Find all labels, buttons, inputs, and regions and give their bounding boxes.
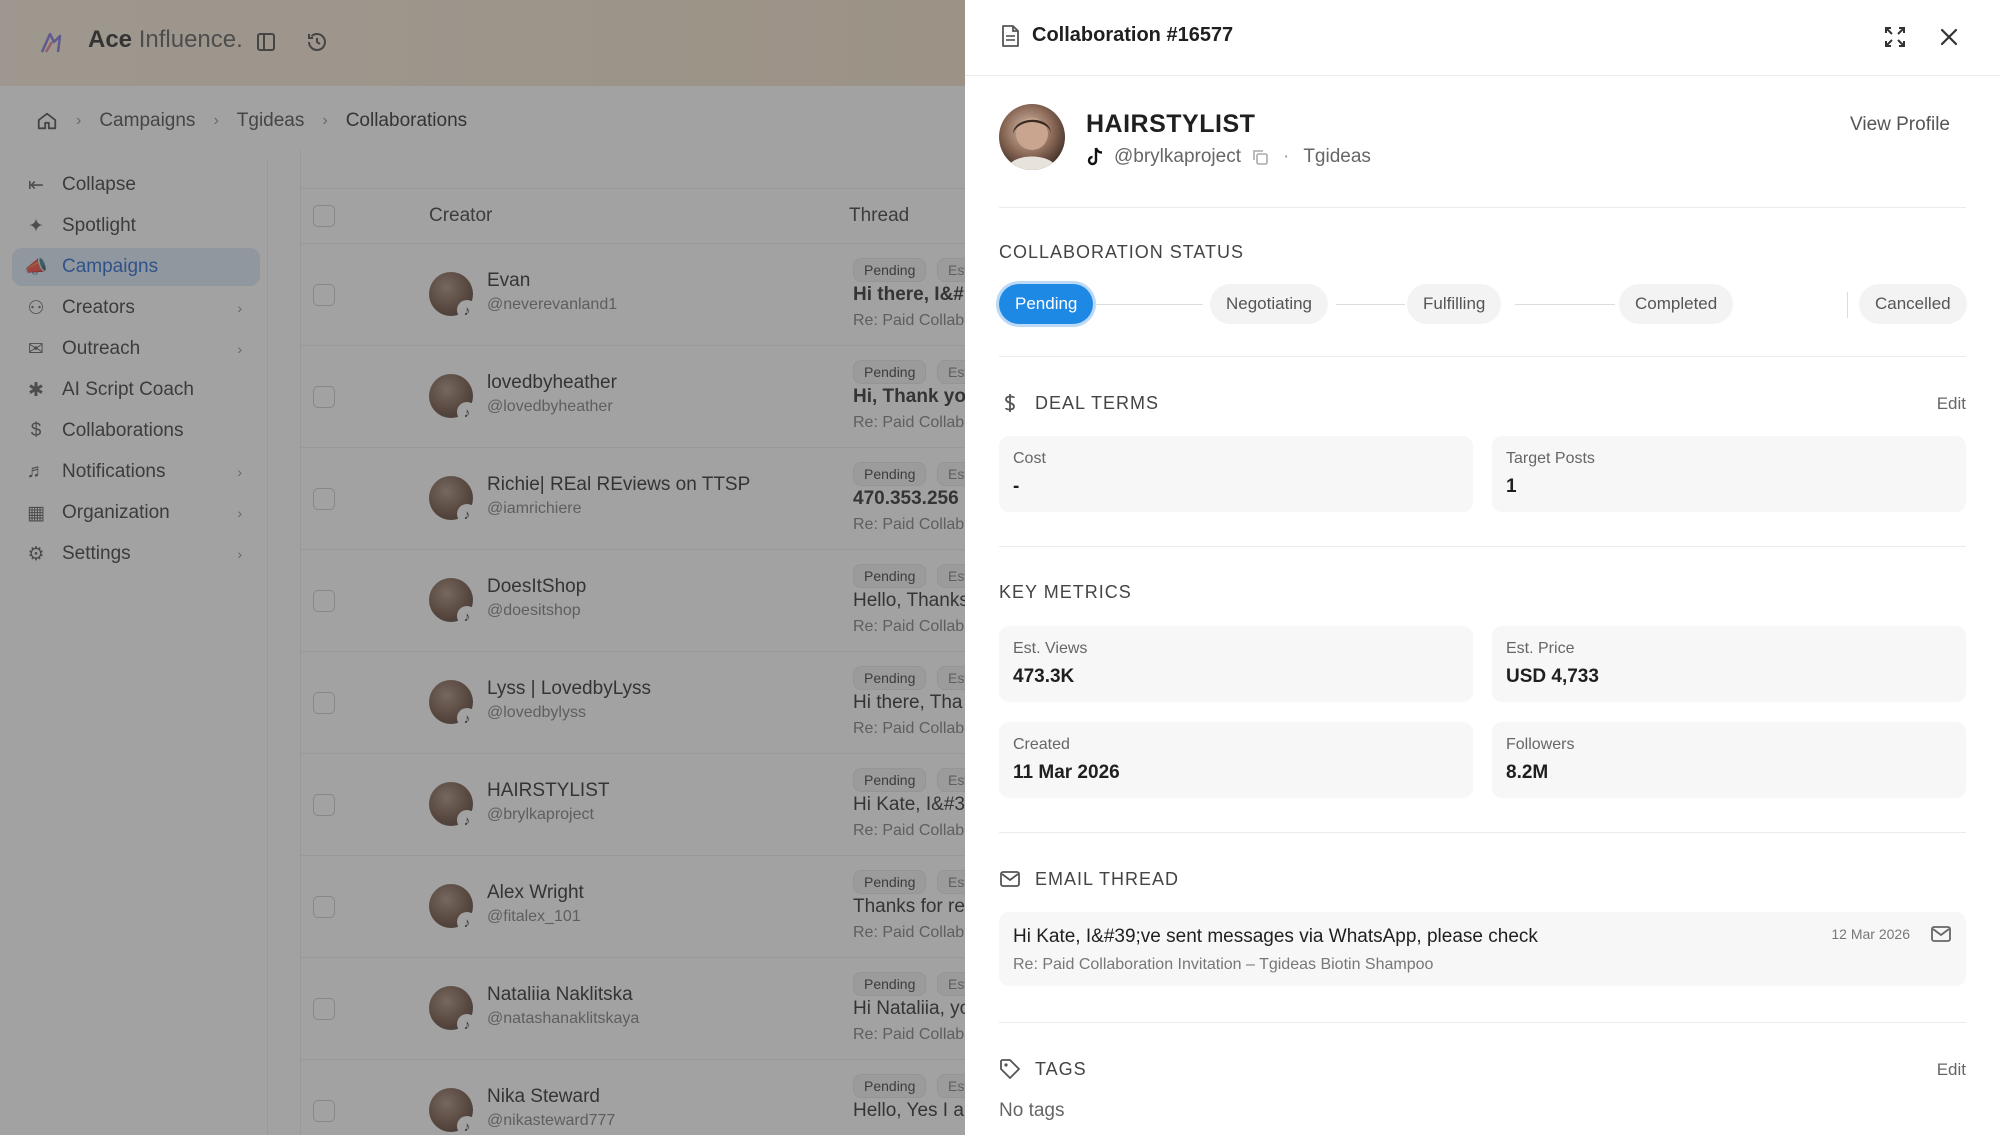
tag-icon bbox=[1000, 1059, 1020, 1079]
cost-value: - bbox=[1013, 476, 1020, 497]
no-tags-text: No tags bbox=[999, 1100, 1065, 1121]
deal-terms-edit-button[interactable]: Edit bbox=[1937, 394, 1966, 414]
status-step-completed[interactable]: Completed bbox=[1619, 284, 1734, 324]
est-views-card: Est. Views 473.3K bbox=[999, 626, 1473, 702]
avatar-photo bbox=[1007, 118, 1057, 170]
creator-profile: HAIRSTYLIST @brylkaproject · Tgideas Vie… bbox=[999, 102, 1966, 208]
created-label: Created bbox=[1013, 736, 1070, 753]
status-step-cancelled[interactable]: Cancelled bbox=[1859, 284, 1967, 324]
status-stepper: Pending Negotiating Fulfilling Completed… bbox=[999, 284, 1967, 324]
view-profile-link[interactable]: View Profile bbox=[1850, 114, 1950, 136]
created-value: 11 Mar 2026 bbox=[1013, 762, 1120, 783]
document-icon bbox=[1002, 25, 1019, 47]
collaboration-drawer: Collaboration #16577 HAIRSTYLIST @brylka… bbox=[965, 0, 2000, 1135]
expand-icon[interactable] bbox=[1882, 24, 1908, 50]
mail-icon[interactable] bbox=[1930, 924, 1952, 944]
drawer-header: Collaboration #16577 bbox=[965, 0, 2000, 76]
target-posts-label: Target Posts bbox=[1506, 450, 1595, 467]
mail-icon bbox=[1000, 871, 1020, 887]
status-connector bbox=[1095, 304, 1203, 305]
est-views-value: 473.3K bbox=[1013, 666, 1075, 687]
est-price-label: Est. Price bbox=[1506, 640, 1575, 657]
email-date: 12 Mar 2026 bbox=[1831, 926, 1910, 942]
campaign-name: Tgideas bbox=[1303, 146, 1371, 167]
deal-terms-title: DEAL TERMS bbox=[999, 392, 1159, 414]
modal-backdrop[interactable] bbox=[0, 0, 965, 1135]
followers-value: 8.2M bbox=[1506, 762, 1549, 783]
copy-icon[interactable] bbox=[1251, 148, 1269, 166]
collaboration-status-title: COLLABORATION STATUS bbox=[999, 242, 1245, 262]
avatar bbox=[999, 104, 1065, 170]
status-step-fulfilling[interactable]: Fulfilling bbox=[1407, 284, 1502, 324]
est-views-label: Est. Views bbox=[1013, 640, 1088, 657]
email-subject: Hi Kate, I&#39;ve sent messages via What… bbox=[1013, 926, 1538, 947]
divider bbox=[999, 546, 1966, 547]
cost-card: Cost - bbox=[999, 436, 1473, 512]
followers-card: Followers 8.2M bbox=[1492, 722, 1966, 798]
email-thread-title: EMAIL THREAD bbox=[999, 868, 1179, 890]
status-connector bbox=[1336, 304, 1405, 305]
drawer-title: Collaboration #16577 bbox=[1032, 24, 1234, 46]
followers-label: Followers bbox=[1506, 736, 1575, 753]
status-connector bbox=[1515, 304, 1615, 305]
divider bbox=[999, 1022, 1966, 1023]
status-step-negotiating[interactable]: Negotiating bbox=[1210, 284, 1329, 324]
est-price-value: USD 4,733 bbox=[1506, 666, 1599, 687]
close-icon[interactable] bbox=[1936, 24, 1962, 50]
status-separator bbox=[1847, 292, 1848, 318]
email-reference: Re: Paid Collaboration Invitation – Tgid… bbox=[1013, 956, 1434, 973]
creator-name: HAIRSTYLIST bbox=[1086, 110, 1256, 138]
separator-dot: · bbox=[1283, 146, 1290, 167]
est-price-card: Est. Price USD 4,733 bbox=[1492, 626, 1966, 702]
creator-handle[interactable]: @brylkaproject bbox=[1114, 146, 1241, 168]
cost-label: Cost bbox=[1013, 450, 1046, 467]
tags-title: TAGS bbox=[999, 1058, 1087, 1080]
dollar-icon bbox=[1005, 394, 1015, 412]
divider bbox=[999, 356, 1966, 357]
target-posts-value: 1 bbox=[1506, 476, 1517, 497]
creator-meta: @brylkaproject · Tgideas bbox=[1086, 146, 1371, 168]
created-card: Created 11 Mar 2026 bbox=[999, 722, 1473, 798]
key-metrics-title: KEY METRICS bbox=[999, 582, 1132, 602]
target-posts-card: Target Posts 1 bbox=[1492, 436, 1966, 512]
email-thread-item[interactable]: Hi Kate, I&#39;ve sent messages via What… bbox=[999, 912, 1966, 986]
divider bbox=[999, 832, 1966, 833]
tags-edit-button[interactable]: Edit bbox=[1937, 1060, 1966, 1080]
tiktok-icon bbox=[1087, 147, 1103, 166]
status-step-pending[interactable]: Pending bbox=[999, 284, 1094, 324]
